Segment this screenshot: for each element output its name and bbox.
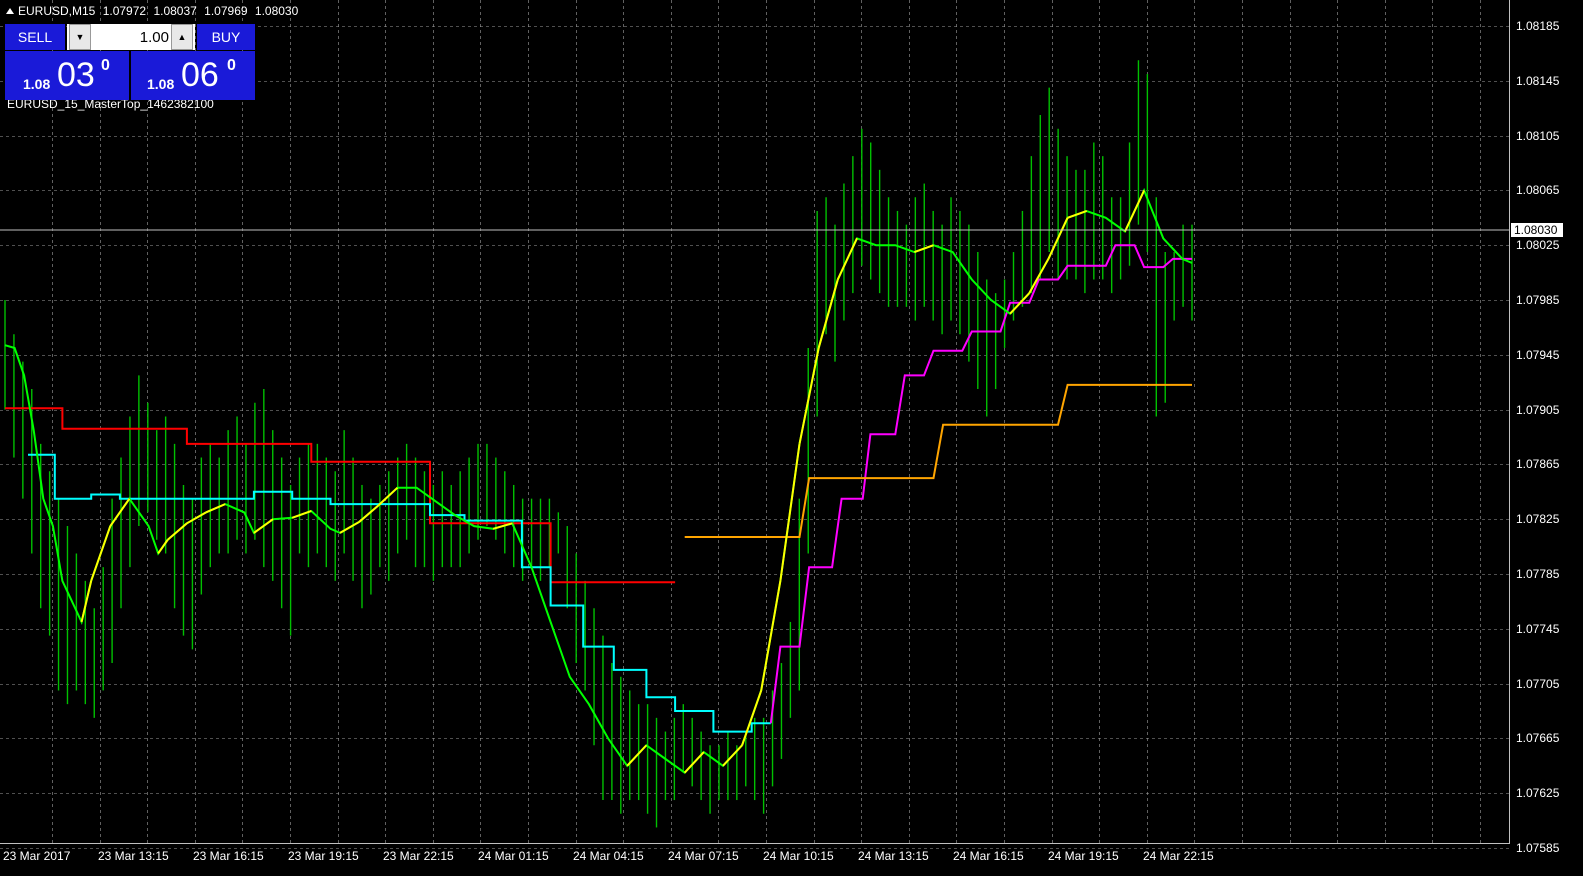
yellow-indicator-segment	[205, 503, 226, 514]
yellow-indicator-segment	[80, 580, 93, 623]
symbol-timeframe: EURUSD,M15	[18, 4, 96, 18]
lot-size-input[interactable]	[93, 26, 171, 48]
price-tick-label: 1.07905	[1516, 403, 1560, 417]
buy-price-button[interactable]: 1.08 06 0	[131, 51, 255, 100]
yellow-indicator-segment	[109, 498, 131, 527]
time-tick-label: 24 Mar 13:15	[858, 849, 929, 863]
yellow-indicator-segment	[339, 521, 360, 534]
time-tick-label: 24 Mar 19:15	[1048, 849, 1119, 863]
price-tick-label: 1.08025	[1516, 238, 1560, 252]
buy-price-fraction: 0	[227, 57, 236, 74]
time-tick-label: 23 Mar 2017	[3, 849, 71, 863]
time-tick-label: 24 Mar 07:15	[668, 849, 739, 863]
price-tick-label: 1.08185	[1516, 19, 1560, 33]
yellow-indicator-segment	[741, 690, 763, 746]
sell-price-fraction: 0	[101, 57, 110, 74]
buy-price-prefix: 1.08	[147, 76, 175, 92]
lot-size-control: ▼ ▲	[67, 24, 195, 50]
yellow-indicator-segment	[836, 237, 858, 280]
buy-price-pips: 06	[181, 56, 219, 94]
buy-button[interactable]: BUY	[197, 24, 255, 50]
price-tick-label: 1.07745	[1516, 622, 1560, 636]
sell-price-prefix: 1.08	[23, 76, 51, 92]
magenta-indicator-line	[769, 244, 1192, 724]
time-tick-label: 23 Mar 22:15	[383, 849, 454, 863]
price-tick-label: 1.07865	[1516, 457, 1560, 471]
price-tick-label: 1.07585	[1516, 841, 1560, 855]
chart-area[interactable]: EURUSD,M15 1.07972 1.08037 1.07969 1.080…	[0, 0, 1583, 876]
time-tick-label: 23 Mar 16:15	[193, 849, 264, 863]
price-tick-label: 1.07985	[1516, 293, 1560, 307]
price-tick-label: 1.08105	[1516, 129, 1560, 143]
price-tick-label: 1.08145	[1516, 74, 1560, 88]
yellow-indicator-segment	[377, 486, 399, 507]
sell-price-button[interactable]: 1.08 03 0	[5, 51, 129, 100]
price-tick-label: 1.07625	[1516, 786, 1560, 800]
yellow-indicator-segment	[186, 511, 207, 525]
chart-header: EURUSD,M15 1.07972 1.08037 1.07969 1.080…	[6, 4, 302, 18]
time-tick-label: 23 Mar 19:15	[288, 849, 359, 863]
yellow-indicator-segment	[779, 443, 801, 581]
price-tick-label: 1.07825	[1516, 512, 1560, 526]
sell-button[interactable]: SELL	[5, 24, 65, 50]
time-tick-label: 24 Mar 10:15	[763, 849, 834, 863]
yellow-indicator-segment	[1124, 189, 1146, 232]
current-price-label: 1.08030	[1511, 223, 1563, 237]
yellow-indicator-segment	[1028, 258, 1050, 294]
yellow-indicator-segment	[1067, 210, 1088, 219]
sell-price-pips: 03	[57, 56, 95, 94]
time-tick-label: 24 Mar 04:15	[573, 849, 644, 863]
orange-indicator-line	[684, 383, 1192, 538]
time-tick-label: 24 Mar 22:15	[1143, 849, 1214, 863]
price-tick-label: 1.07945	[1516, 348, 1560, 362]
one-click-trading-panel: SELL ▼ ▲ BUY 1.08 03 0 1.08 06 0	[5, 24, 255, 100]
price-tick-label: 1.07665	[1516, 731, 1560, 745]
yellow-indicator-segment	[798, 347, 820, 445]
price-chart[interactable]	[0, 0, 1583, 876]
time-tick-label: 24 Mar 16:15	[953, 849, 1024, 863]
time-tick-label: 23 Mar 13:15	[98, 849, 169, 863]
time-tick-label: 24 Mar 01:15	[478, 849, 549, 863]
price-tick-label: 1.07705	[1516, 677, 1560, 691]
yellow-indicator-segment	[722, 744, 743, 767]
ohlc-low: 1.07969	[204, 4, 248, 18]
lot-decrease-arrow-icon[interactable]: ▼	[69, 24, 91, 50]
ohlc-open: 1.07972	[102, 4, 147, 18]
ohlc-high: 1.08037	[153, 4, 197, 18]
lot-increase-arrow-icon[interactable]: ▲	[171, 24, 193, 50]
ohlc-close: 1.08030	[254, 4, 299, 18]
price-tick-label: 1.07785	[1516, 567, 1560, 581]
price-tick-label: 1.08065	[1516, 183, 1560, 197]
collapse-triangle-icon[interactable]	[6, 8, 14, 14]
